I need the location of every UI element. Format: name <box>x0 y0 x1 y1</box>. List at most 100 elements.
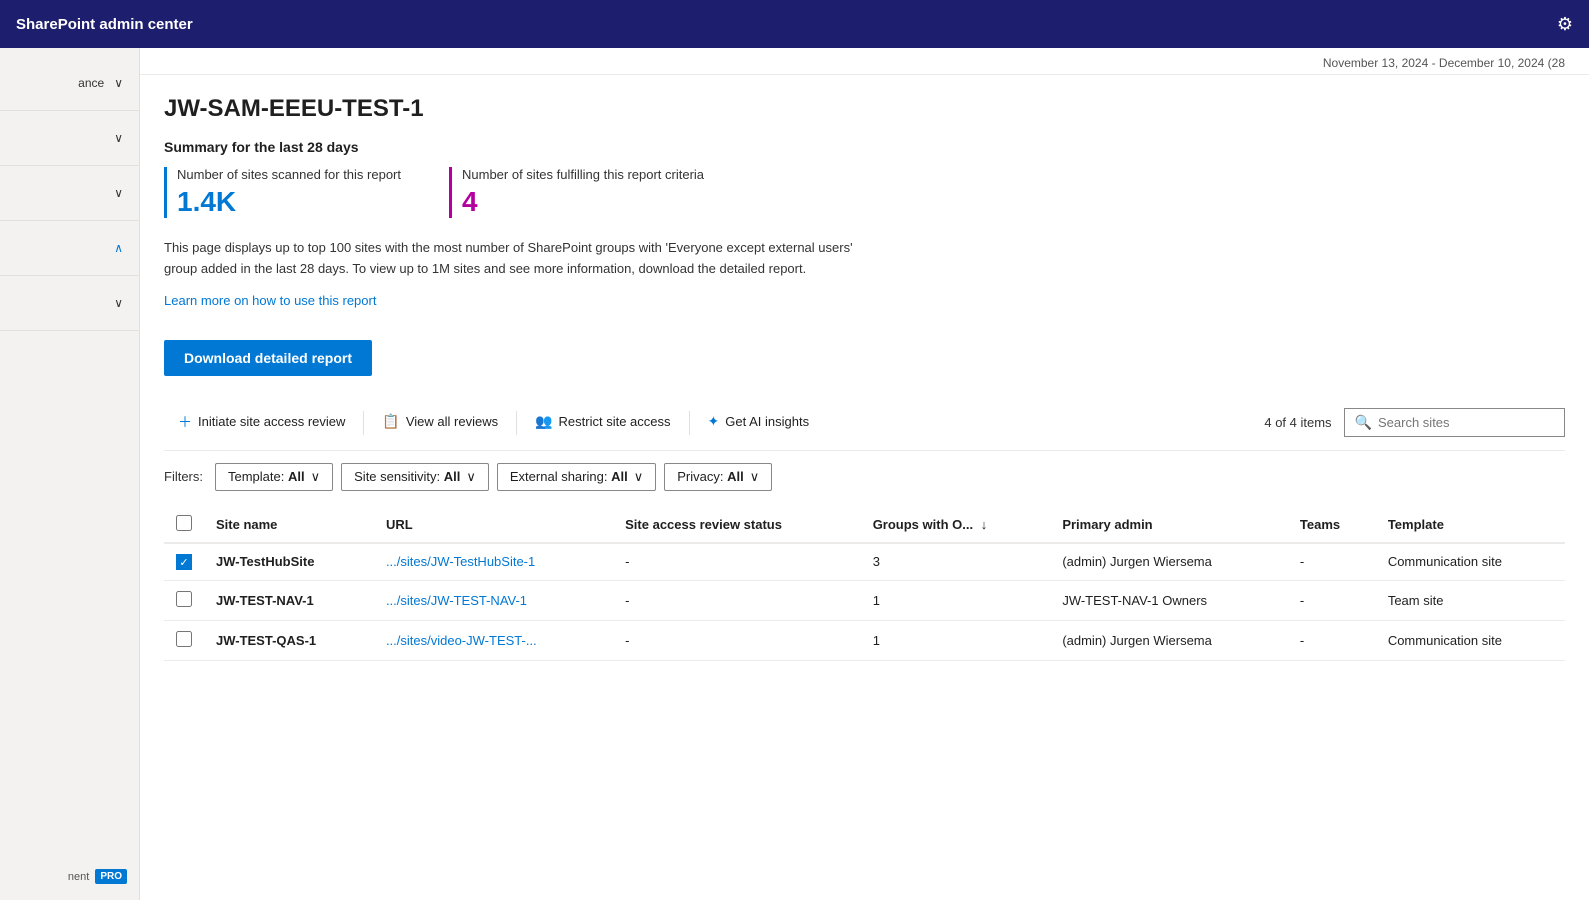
row-checkbox[interactable] <box>176 591 192 607</box>
sidebar-item-1[interactable]: ance ∨ <box>0 64 139 102</box>
table-header: Site name URL Site access review status … <box>164 507 1565 543</box>
privacy-filter[interactable]: Privacy: All ∨ <box>664 463 772 491</box>
initiate-review-button[interactable]: ＋ Initiate site access review <box>164 404 359 442</box>
filters-row: Filters: Template: All ∨ Site sensitivit… <box>164 463 1565 491</box>
external-sharing-filter[interactable]: External sharing: All ∨ <box>497 463 656 491</box>
sidebar-item-5[interactable]: ∨ <box>0 284 139 322</box>
stat-fulfilling-value: 4 <box>462 186 704 218</box>
sidebar: ance ∨ ∨ ∨ ∧ ∨ nent PRO <box>0 48 140 900</box>
table-body: ✓ JW-TestHubSite .../sites/JW-TestHubSite-… <box>164 543 1565 661</box>
template-filter[interactable]: Template: All ∨ <box>215 463 333 491</box>
items-count: 4 of 4 items <box>1264 415 1331 430</box>
sites-table: Site name URL Site access review status … <box>164 507 1565 662</box>
chevron-icon-3: ∨ <box>114 186 123 200</box>
row-url[interactable]: .../sites/JW-TestHubSite-1 <box>374 543 613 581</box>
topbar: SharePoint admin center ⚙ <box>0 0 1589 48</box>
template-chevron-icon: ∨ <box>311 469 321 485</box>
view-reviews-button[interactable]: 📋 View all reviews <box>368 405 512 440</box>
col-teams: Teams <box>1288 507 1376 543</box>
sidebar-group-5: ∨ <box>0 276 139 331</box>
date-range-text: November 13, 2024 - December 10, 2024 (2… <box>1323 56 1565 70</box>
search-box[interactable]: 🔍 <box>1344 408 1565 437</box>
stat-scanned-value: 1.4K <box>177 186 401 218</box>
sensitivity-filter[interactable]: Site sensitivity: All ∨ <box>341 463 489 491</box>
row-checkbox-checked[interactable]: ✓ <box>176 554 192 570</box>
row-teams: - <box>1288 581 1376 621</box>
select-all-checkbox[interactable] <box>176 515 192 531</box>
row-url-link[interactable]: .../sites/JW-TestHubSite-1 <box>386 554 535 569</box>
col-site-name: Site name <box>204 507 374 543</box>
privacy-filter-label: Privacy: All <box>677 469 743 484</box>
chevron-icon-4: ∧ <box>114 241 123 255</box>
row-site-name: JW-TEST-NAV-1 <box>204 581 374 621</box>
row-url-link[interactable]: .../sites/video-JW-TEST-... <box>386 633 537 648</box>
row-site-name: JW-TEST-QAS-1 <box>204 621 374 661</box>
search-input[interactable] <box>1378 415 1554 430</box>
sort-icon: ↓ <box>981 517 988 532</box>
toolbar: ＋ Initiate site access review 📋 View all… <box>164 396 1565 451</box>
chevron-icon-1: ∨ <box>114 76 123 90</box>
stats-row: Number of sites scanned for this report … <box>164 167 1565 218</box>
gear-icon[interactable]: ⚙ <box>1557 14 1573 35</box>
row-primary-admin: JW-TEST-NAV-1 Owners <box>1050 581 1288 621</box>
row-url[interactable]: .../sites/video-JW-TEST-... <box>374 621 613 661</box>
sites-table-container: Site name URL Site access review status … <box>164 507 1565 662</box>
sensitivity-filter-label: Site sensitivity: All <box>354 469 460 484</box>
row-url-link[interactable]: .../sites/JW-TEST-NAV-1 <box>386 593 527 608</box>
row-checkbox-cell[interactable] <box>164 581 204 621</box>
row-review-status: - <box>613 581 861 621</box>
main-content: JW-SAM-EEEU-TEST-1 Summary for the last … <box>140 75 1589 681</box>
row-template: Communication site <box>1376 621 1565 661</box>
stat-sites-scanned: Number of sites scanned for this report … <box>164 167 401 218</box>
app-title: SharePoint admin center <box>16 16 193 33</box>
col-review-status: Site access review status <box>613 507 861 543</box>
summary-heading: Summary for the last 28 days <box>164 139 1565 155</box>
row-review-status: - <box>613 621 861 661</box>
toolbar-sep-2 <box>516 411 517 435</box>
table-row: JW-TEST-QAS-1 .../sites/video-JW-TEST-...… <box>164 621 1565 661</box>
sensitivity-chevron-icon: ∨ <box>466 469 476 485</box>
privacy-chevron-icon: ∨ <box>750 469 760 485</box>
people-icon: 👥 <box>535 413 552 430</box>
row-checkbox-cell[interactable]: ✓ <box>164 543 204 581</box>
table-row: ✓ JW-TestHubSite .../sites/JW-TestHubSite-… <box>164 543 1565 581</box>
sidebar-item-label-1: ance <box>16 76 110 90</box>
external-sharing-chevron-icon: ∨ <box>634 469 644 485</box>
content-area: November 13, 2024 - December 10, 2024 (2… <box>140 48 1589 900</box>
row-checkbox[interactable] <box>176 631 192 647</box>
external-sharing-filter-label: External sharing: All <box>510 469 628 484</box>
filters-label: Filters: <box>164 469 203 484</box>
row-checkbox-cell[interactable] <box>164 621 204 661</box>
view-reviews-label: View all reviews <box>406 414 498 429</box>
col-template: Template <box>1376 507 1565 543</box>
row-site-name: JW-TestHubSite <box>204 543 374 581</box>
chevron-icon-5: ∨ <box>114 296 123 310</box>
row-url[interactable]: .../sites/JW-TEST-NAV-1 <box>374 581 613 621</box>
col-url: URL <box>374 507 613 543</box>
row-template: Team site <box>1376 581 1565 621</box>
download-report-button[interactable]: Download detailed report <box>164 340 372 376</box>
row-groups: 1 <box>861 621 1051 661</box>
toolbar-sep-3 <box>689 411 690 435</box>
col-primary-admin: Primary admin <box>1050 507 1288 543</box>
restrict-access-button[interactable]: 👥 Restrict site access <box>521 405 684 440</box>
sidebar-group-2: ∨ <box>0 111 139 166</box>
sidebar-group-3: ∨ <box>0 166 139 221</box>
date-header: November 13, 2024 - December 10, 2024 (2… <box>140 48 1589 75</box>
select-all-header[interactable] <box>164 507 204 543</box>
sidebar-item-3[interactable]: ∨ <box>0 174 139 212</box>
sidebar-item-2[interactable]: ∨ <box>0 119 139 157</box>
ai-insights-button[interactable]: ✦ Get AI insights <box>694 405 824 440</box>
row-groups: 3 <box>861 543 1051 581</box>
template-filter-label: Template: All <box>228 469 305 484</box>
row-teams: - <box>1288 621 1376 661</box>
summary-section: Summary for the last 28 days Number of s… <box>164 139 1565 308</box>
sidebar-item-4[interactable]: ∧ <box>0 229 139 267</box>
page-title: JW-SAM-EEEU-TEST-1 <box>164 95 1565 123</box>
stat-sites-fulfilling: Number of sites fulfilling this report c… <box>449 167 704 218</box>
row-groups: 1 <box>861 581 1051 621</box>
learn-more-link[interactable]: Learn more on how to use this report <box>164 293 376 308</box>
col-groups[interactable]: Groups with O... ↓ <box>861 507 1051 543</box>
sidebar-partial-label: nent <box>68 871 89 883</box>
description-text: This page displays up to top 100 sites w… <box>164 238 864 280</box>
